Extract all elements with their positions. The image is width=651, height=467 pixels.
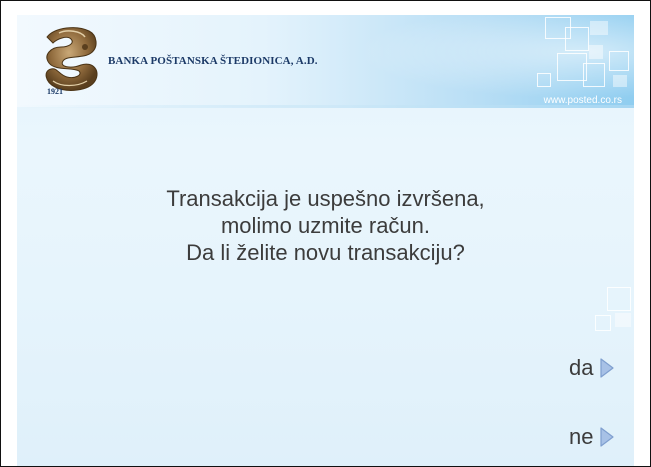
header-divider bbox=[17, 105, 634, 108]
deco-square bbox=[583, 63, 605, 87]
yes-label: da bbox=[569, 355, 594, 380]
deco-square bbox=[595, 315, 611, 331]
deco-square bbox=[615, 313, 631, 327]
bank-logo-icon: 1921 bbox=[45, 27, 98, 95]
arrow-right-icon bbox=[600, 358, 615, 378]
svg-text:1921: 1921 bbox=[47, 87, 63, 95]
deco-square bbox=[537, 73, 551, 87]
transaction-message: Transakcija je uspešno izvršena, molimo … bbox=[17, 185, 634, 266]
message-line: molimo uzmite račun. bbox=[220, 213, 431, 238]
deco-square bbox=[589, 45, 603, 59]
deco-square bbox=[590, 21, 608, 35]
no-option-button[interactable]: ne bbox=[569, 424, 615, 450]
deco-square bbox=[565, 27, 589, 51]
header-banner: 1921 BANKA POŠTANSKA ŠTEDIONICA, A.D. ww… bbox=[17, 15, 634, 107]
atm-screen: 1921 BANKA POŠTANSKA ŠTEDIONICA, A.D. ww… bbox=[17, 15, 634, 466]
deco-square bbox=[613, 75, 627, 87]
message-line: Da li želite novu transakciju? bbox=[186, 240, 465, 265]
message-line: Transakcija je uspešno izvršena, bbox=[166, 186, 485, 211]
arrow-right-icon bbox=[600, 427, 615, 447]
atm-frame: 1921 BANKA POŠTANSKA ŠTEDIONICA, A.D. ww… bbox=[0, 0, 651, 467]
bank-name: BANKA POŠTANSKA ŠTEDIONICA, A.D. bbox=[108, 55, 318, 67]
yes-option-button[interactable]: da bbox=[569, 355, 615, 381]
no-label: ne bbox=[569, 424, 594, 449]
deco-square bbox=[609, 51, 629, 71]
deco-square bbox=[607, 287, 631, 311]
